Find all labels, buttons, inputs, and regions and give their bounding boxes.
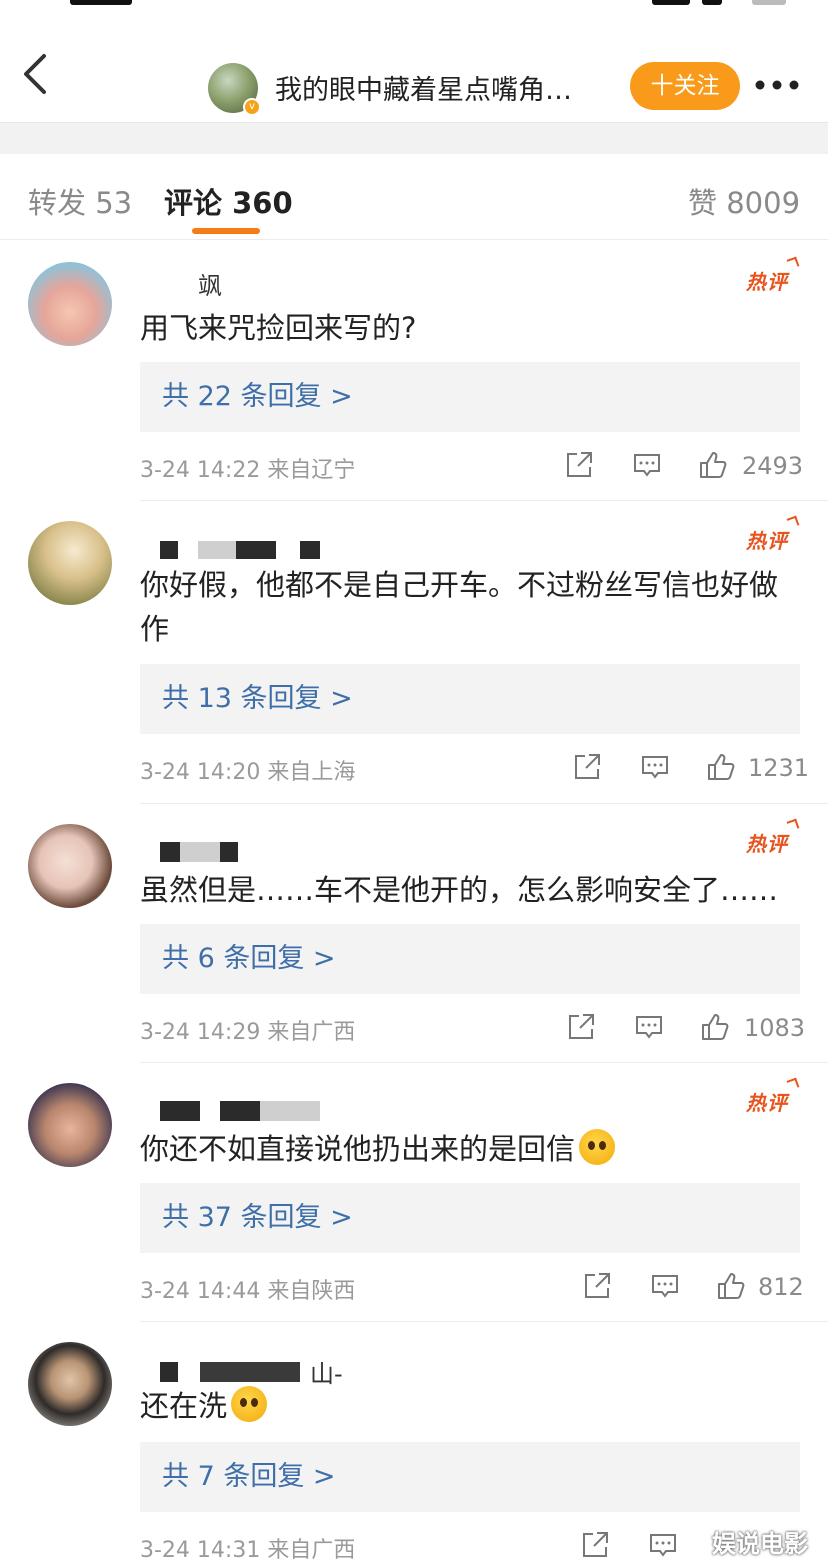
comment-text-body: 还在洗 xyxy=(140,1389,228,1423)
comment-item: 热评 你还不如直接说他扔出来的是回信 共 37 条回复 > 3-24 14:44… xyxy=(0,1063,828,1321)
view-replies-button[interactable]: 共 6 条回复 > xyxy=(140,924,800,994)
comment-icon[interactable] xyxy=(650,1271,680,1301)
hot-comment-badge: 热评 xyxy=(746,818,800,860)
comment-meta: 3-24 14:29 来自广西 1083 xyxy=(140,1010,805,1046)
share-icon[interactable] xyxy=(572,752,602,782)
username[interactable]: 飒 xyxy=(140,266,240,300)
comment-icon[interactable] xyxy=(640,752,670,782)
avatar[interactable] xyxy=(28,521,112,605)
comment-meta: 3-24 14:20 来自上海 1231 xyxy=(140,750,809,786)
watermark-text: 娱说电影 xyxy=(712,1530,808,1558)
chevron-left-icon[interactable] xyxy=(14,52,58,96)
comment-text: 你好假，他都不是自己开车。不过粉丝写信也好做作 xyxy=(140,568,779,646)
comment-text: 虽然但是……车不是他开的，怎么影响安全了…… xyxy=(140,873,779,907)
thumbs-up-icon[interactable] xyxy=(706,752,736,782)
share-icon[interactable] xyxy=(566,1012,596,1042)
comment-meta: 3-24 14:44 来自陕西 812 xyxy=(140,1269,804,1305)
view-replies-button[interactable]: 共 13 条回复 > xyxy=(140,664,800,734)
comment-date: 3-24 14:22 来自辽宁 xyxy=(140,458,356,483)
comment-item: 飒 热评 用飞来咒捡回来写的? 共 22 条回复 > 3-24 14:22 来自… xyxy=(0,242,828,500)
username-fragment: 飒 xyxy=(198,272,222,300)
share-icon[interactable] xyxy=(564,450,594,480)
view-replies-button[interactable]: 共 7 条回复 > xyxy=(140,1442,800,1512)
interaction-tabs: 转发 53 评论 360 赞 8009 xyxy=(0,154,828,240)
username[interactable] xyxy=(140,1099,320,1129)
comment-text: 你还不如直接说他扔出来的是回信 xyxy=(140,1127,800,1171)
cry-laugh-emoji-icon xyxy=(231,1386,268,1422)
verified-badge: v xyxy=(243,98,261,116)
section-separator xyxy=(0,122,828,154)
comment-text-body: 你还不如直接说他扔出来的是回信 xyxy=(140,1132,576,1166)
comment-date: 3-24 14:31 来自广西 xyxy=(140,1538,356,1563)
follow-button[interactable]: 十关注 xyxy=(630,62,740,110)
hot-comment-badge: 热评 xyxy=(746,256,800,298)
thumbs-up-icon[interactable] xyxy=(698,450,728,480)
like-count: 1083 xyxy=(744,1014,806,1042)
username[interactable]: 山- xyxy=(140,1356,380,1388)
comment-text: 还在洗 xyxy=(140,1384,800,1428)
comment-date: 3-24 14:44 来自陕西 xyxy=(140,1279,356,1304)
comment-item: 热评 你好假，他都不是自己开车。不过粉丝写信也好做作 共 13 条回复 > 3-… xyxy=(0,501,828,803)
comment-date: 3-24 14:29 来自广西 xyxy=(140,1020,356,1045)
comment-icon[interactable] xyxy=(634,1012,664,1042)
tab-repost[interactable]: 转发 53 xyxy=(28,180,132,222)
comment-text: 用飞来咒捡回来写的? xyxy=(140,311,417,345)
comment-item: 山- 还在洗 共 7 条回复 > 3-24 14:31 来自广西 xyxy=(0,1322,828,1568)
tab-comments[interactable]: 评论 360 xyxy=(164,180,293,222)
comment-item: 热评 虽然但是……车不是他开的，怎么影响安全了…… 共 6 条回复 > 3-24… xyxy=(0,804,828,1062)
avatar[interactable] xyxy=(28,824,112,908)
comment-date: 3-24 14:20 来自上海 xyxy=(140,760,356,785)
hot-comment-badge: 热评 xyxy=(746,1077,800,1119)
post-author-title[interactable]: 我的眼中藏着星点嘴角… xyxy=(275,68,620,107)
thumbs-up-icon[interactable] xyxy=(700,1012,730,1042)
author-avatar[interactable]: v xyxy=(208,63,261,116)
like-count: 2493 xyxy=(742,452,804,480)
like-count: 1231 xyxy=(748,754,810,782)
comment-icon[interactable] xyxy=(632,450,662,480)
username[interactable] xyxy=(140,840,280,870)
hot-comment-badge: 热评 xyxy=(746,515,800,557)
comment-icon[interactable] xyxy=(648,1530,678,1560)
like-count: 812 xyxy=(758,1273,804,1301)
avatar[interactable] xyxy=(28,1083,112,1167)
thumbs-up-icon[interactable] xyxy=(716,1271,746,1301)
share-icon[interactable] xyxy=(580,1530,610,1560)
share-icon[interactable] xyxy=(582,1271,612,1301)
status-bar-fragment xyxy=(0,0,828,10)
weibo-comments-page: v 我的眼中藏着星点嘴角… 十关注 转发 53 评论 360 赞 8009 飒 … xyxy=(0,0,828,1568)
view-replies-button[interactable]: 共 22 条回复 > xyxy=(140,362,800,432)
top-nav-bar: v 我的眼中藏着星点嘴角… 十关注 xyxy=(0,12,828,122)
view-replies-button[interactable]: 共 37 条回复 > xyxy=(140,1183,800,1253)
laugh-emoji-icon xyxy=(579,1129,616,1165)
comment-meta: 3-24 14:22 来自辽宁 2493 xyxy=(140,448,804,484)
avatar[interactable] xyxy=(28,1342,112,1426)
tab-likes[interactable]: 赞 8009 xyxy=(688,180,800,222)
active-tab-indicator xyxy=(192,228,260,234)
more-dots-icon[interactable] xyxy=(752,74,802,96)
avatar[interactable] xyxy=(28,262,112,346)
comment-meta: 3-24 14:31 来自广西 xyxy=(140,1528,800,1564)
